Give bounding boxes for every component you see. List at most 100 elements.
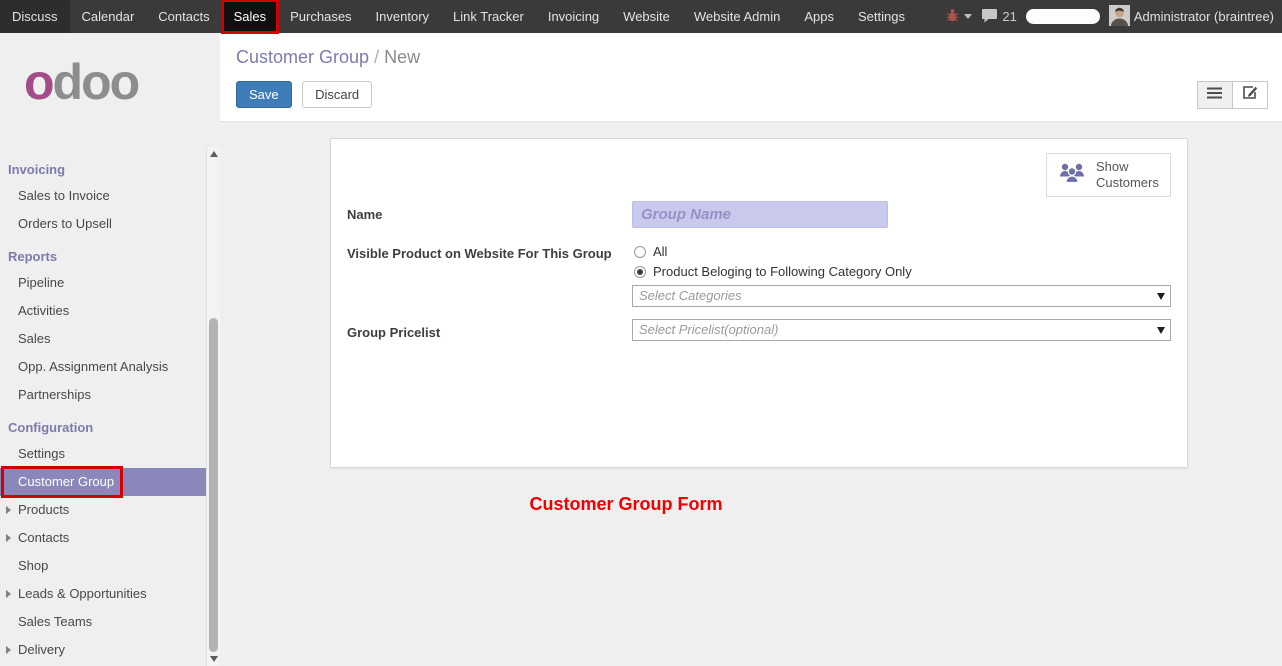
scroll-down-arrow-icon[interactable] (210, 656, 218, 662)
breadcrumb-separator: / (374, 47, 379, 67)
select-caret-icon (1157, 327, 1165, 334)
breadcrumb-parent-link[interactable]: Customer Group (236, 47, 369, 67)
nav-discuss[interactable]: Discuss (0, 0, 70, 33)
form-sheet: Show Customers Name Visible Product on W… (330, 138, 1188, 468)
annotation-caption: Customer Group Form (220, 494, 1032, 515)
name-label: Name (347, 201, 632, 228)
top-menu: Discuss Calendar Contacts Sales Purchase… (0, 0, 917, 33)
select-caret-icon (1157, 293, 1165, 300)
sidebar-item-sales-to-invoice[interactable]: Sales to Invoice (0, 182, 206, 210)
list-view-button[interactable] (1197, 81, 1233, 109)
messages-count: 21 (1002, 9, 1016, 24)
radio-all[interactable] (634, 246, 646, 258)
list-icon (1207, 86, 1223, 104)
breadcrumb: Customer Group/New (220, 33, 1282, 74)
sidebar-item-label: Delivery (18, 642, 65, 657)
nav-contacts[interactable]: Contacts (146, 0, 221, 33)
sidebar-item-leads-opportunities[interactable]: Leads & Opportunities (0, 580, 206, 608)
radio-category[interactable] (634, 266, 646, 278)
nav-website-admin[interactable]: Website Admin (682, 0, 792, 33)
sidebar-item-label: Customer Group (18, 474, 114, 489)
sidebar-item-delivery[interactable]: Delivery (0, 636, 206, 664)
visibility-row: Visible Product on Website For This Grou… (347, 240, 1171, 307)
user-name: Administrator (braintree) (1134, 9, 1274, 24)
debug-menu-button[interactable] (945, 8, 972, 25)
customers-group-icon (1057, 161, 1087, 189)
categories-select[interactable]: Select Categories (632, 285, 1171, 307)
sidebar-item-label: Contacts (18, 530, 69, 545)
sidebar-item-sales-teams[interactable]: Sales Teams (0, 608, 206, 636)
group-name-input[interactable] (632, 201, 888, 228)
sidebar-item-contacts[interactable]: Contacts (0, 524, 206, 552)
save-button[interactable]: Save (236, 81, 292, 108)
radio-option-category: Product Beloging to Following Category O… (634, 264, 1171, 279)
scroll-up-arrow-icon[interactable] (210, 151, 218, 157)
pricelist-label: Group Pricelist (347, 319, 632, 341)
breadcrumb-current: New (384, 47, 420, 67)
show-customers-button[interactable]: Show Customers (1046, 153, 1171, 197)
view-switcher (1197, 81, 1268, 109)
nav-calendar[interactable]: Calendar (70, 0, 147, 33)
sidebar-item-opp-assignment-analysis[interactable]: Opp. Assignment Analysis (0, 353, 206, 381)
sidebar-item-activities[interactable]: Activities (0, 297, 206, 325)
nav-inventory[interactable]: Inventory (364, 0, 441, 33)
sidebar-item-label: Products (18, 502, 69, 517)
top-navbar: Discuss Calendar Contacts Sales Purchase… (0, 0, 1282, 33)
edit-form-icon (1242, 85, 1258, 105)
pricelist-select[interactable]: Select Pricelist(optional) (632, 319, 1171, 341)
sidebar-item-products[interactable]: Products (0, 496, 206, 524)
section-title-configuration: Configuration (0, 409, 206, 440)
chat-icon (981, 8, 998, 26)
sidebar-item-shop[interactable]: Shop (0, 552, 206, 580)
status-pill (1026, 9, 1100, 24)
nav-link-tracker[interactable]: Link Tracker (441, 0, 536, 33)
discard-button[interactable]: Discard (302, 81, 372, 108)
expand-arrow-icon (6, 534, 11, 542)
sidebar-item-customer-group[interactable]: Customer Group (0, 468, 206, 496)
bug-icon (945, 8, 960, 25)
pricelist-select-placeholder: Select Pricelist(optional) (639, 322, 778, 337)
nav-purchases[interactable]: Purchases (278, 0, 363, 33)
user-menu[interactable]: Administrator (braintree) (1109, 5, 1274, 29)
odoo-logo: odoo (0, 33, 220, 145)
sidebar-item-label: Leads & Opportunities (18, 586, 147, 601)
categories-select-placeholder: Select Categories (639, 288, 742, 303)
show-customers-label: Show Customers (1096, 159, 1158, 191)
expand-arrow-icon (6, 590, 11, 598)
nav-website[interactable]: Website (611, 0, 682, 33)
form-view-button[interactable] (1232, 81, 1268, 109)
main-area: Customer Group/New Save Discard (220, 33, 1282, 666)
sidebar-item-partnerships[interactable]: Partnerships (0, 381, 206, 409)
scrollbar-thumb[interactable] (209, 318, 218, 652)
nav-apps[interactable]: Apps (792, 0, 846, 33)
topbar-right: 21 Administrator (braintree) (945, 0, 1282, 33)
sidebar-item-settings[interactable]: Settings (0, 440, 206, 468)
sidebar-scrollbar[interactable] (206, 147, 220, 666)
name-row: Name (347, 201, 1171, 228)
logo-rest: doo (53, 54, 139, 110)
expand-arrow-icon (6, 506, 11, 514)
messages-button[interactable]: 21 (981, 8, 1016, 26)
sidebar-item-sales[interactable]: Sales (0, 325, 206, 353)
radio-all-label: All (653, 244, 667, 259)
avatar (1109, 5, 1130, 29)
expand-arrow-icon (6, 646, 11, 654)
pricelist-row: Group Pricelist Select Pricelist(optiona… (347, 319, 1171, 341)
content-area: Show Customers Name Visible Product on W… (220, 122, 1282, 666)
sidebar-nav: Invoicing Sales to Invoice Orders to Ups… (0, 151, 206, 666)
control-bar: Save Discard (220, 74, 1282, 122)
logo-accent-letter: o (24, 54, 53, 110)
form-fields: Name Visible Product on Website For This… (347, 201, 1171, 341)
chevron-down-icon (964, 14, 972, 19)
nav-settings[interactable]: Settings (846, 0, 917, 33)
section-title-invoicing: Invoicing (0, 151, 206, 182)
radio-option-all: All (634, 244, 1171, 259)
nav-invoicing[interactable]: Invoicing (536, 0, 611, 33)
visibility-label: Visible Product on Website For This Grou… (347, 240, 632, 307)
radio-category-label: Product Beloging to Following Category O… (653, 264, 912, 279)
sidebar-item-orders-to-upsell[interactable]: Orders to Upsell (0, 210, 206, 238)
sidebar: odoo Invoicing Sales to Invoice Orders t… (0, 33, 220, 666)
sidebar-item-pipeline[interactable]: Pipeline (0, 269, 206, 297)
section-title-reports: Reports (0, 238, 206, 269)
nav-sales[interactable]: Sales (222, 0, 279, 33)
